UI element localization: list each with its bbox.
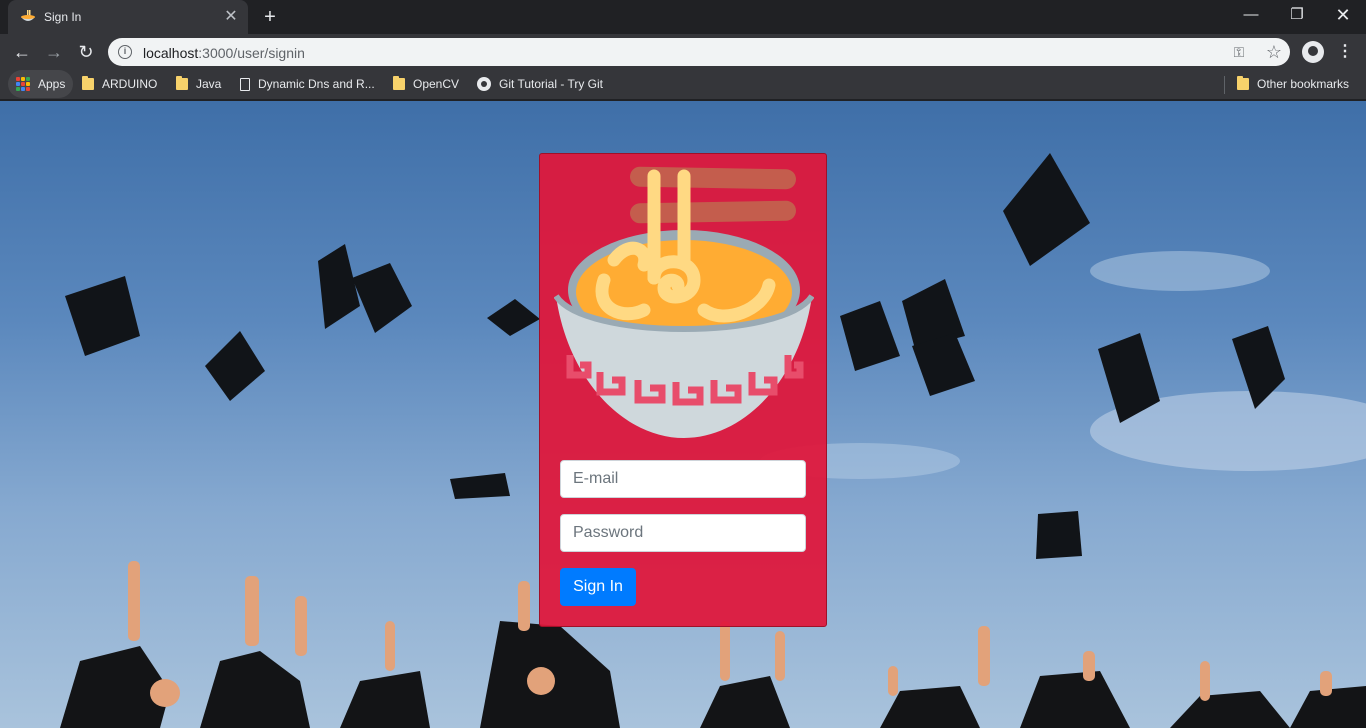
folder-icon: [176, 76, 188, 90]
browser-toolbar: ← → ↻ i localhost:3000/user/signin ⚿ ☆: [0, 34, 1366, 70]
star-icon[interactable]: ☆: [1264, 42, 1284, 62]
bookmark-dynamic-dns[interactable]: Dynamic Dns and R...: [240, 70, 375, 98]
close-icon[interactable]: ✕: [222, 8, 240, 26]
kebab-menu-icon[interactable]: ⋮: [1334, 38, 1356, 66]
bookmark-opencv[interactable]: OpenCV: [393, 70, 459, 98]
tab-title: Sign In: [44, 10, 82, 24]
title-bar: Sign In ✕ + — ❐ ✕: [0, 0, 1366, 34]
folder-icon: [82, 76, 94, 90]
profile-avatar-icon[interactable]: [1302, 41, 1324, 63]
ramen-bowl-logo-icon: [554, 166, 814, 438]
folder-icon: [393, 76, 405, 90]
bookmark-label: Git Tutorial - Try Git: [499, 77, 604, 91]
password-field[interactable]: [560, 514, 806, 552]
bookmark-label: Dynamic Dns and R...: [258, 77, 375, 91]
apps-grid-icon: [16, 77, 30, 91]
url-path: :3000/user/signin: [198, 45, 305, 61]
reload-icon[interactable]: ↻: [72, 38, 100, 66]
bookmark-other[interactable]: Other bookmarks: [1237, 70, 1349, 98]
url-host: localhost: [143, 45, 199, 61]
github-icon: [477, 77, 491, 91]
page-viewport: Sign In: [0, 101, 1366, 728]
minimize-button[interactable]: —: [1228, 0, 1274, 30]
bookmark-arduino[interactable]: ARDUINO: [82, 70, 157, 98]
window-close-button[interactable]: ✕: [1320, 0, 1366, 30]
browser-tab[interactable]: Sign In ✕: [8, 0, 248, 34]
ramen-bowl-icon: [21, 10, 35, 21]
bookmark-git-tutorial[interactable]: Git Tutorial - Try Git: [477, 70, 603, 98]
bookmark-label: ARDUINO: [102, 77, 158, 91]
back-arrow-icon[interactable]: ←: [8, 38, 36, 66]
page-icon: [240, 77, 250, 91]
folder-icon: [1237, 76, 1249, 90]
bookmark-label: Apps: [38, 77, 66, 91]
restore-button[interactable]: ❐: [1274, 0, 1320, 30]
sign-in-button[interactable]: Sign In: [560, 568, 636, 606]
bookmark-label: OpenCV: [413, 77, 460, 91]
url-text[interactable]: localhost:3000/user/signin: [143, 45, 305, 61]
bookmark-label: Java: [196, 77, 222, 91]
bookmark-apps[interactable]: Apps: [8, 70, 74, 98]
signin-card: Sign In: [539, 153, 827, 627]
info-icon[interactable]: i: [118, 45, 132, 59]
email-field[interactable]: [560, 460, 806, 498]
key-icon[interactable]: ⚿: [1230, 43, 1248, 61]
address-bar[interactable]: i localhost:3000/user/signin ⚿ ☆: [108, 38, 1290, 66]
bookmark-java[interactable]: Java: [176, 70, 221, 98]
forward-arrow-icon[interactable]: →: [40, 38, 68, 66]
bookmark-label: Other bookmarks: [1257, 77, 1350, 91]
bookmarks-bar: Apps ARDUINO Java Dynamic Dns and R... O…: [0, 70, 1366, 100]
new-tab-button[interactable]: +: [258, 6, 282, 28]
bookmarks-divider: [1224, 76, 1225, 94]
